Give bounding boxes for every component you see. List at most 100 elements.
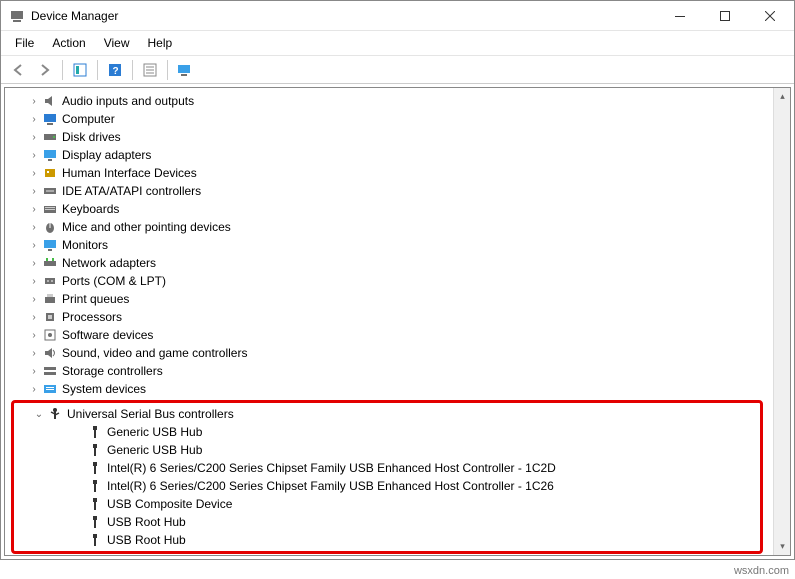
tree-node[interactable]: › System devices — [9, 380, 771, 398]
minimize-button[interactable] — [657, 2, 702, 30]
properties-button[interactable] — [138, 59, 162, 81]
chevron-right-icon[interactable]: › — [27, 382, 41, 396]
usb-icon — [47, 406, 63, 422]
tree-node-label: System devices — [62, 382, 146, 396]
tree-node-usb-child[interactable]: USB Root Hub — [34, 531, 760, 549]
device-tree[interactable]: ›Audio inputs and outputs›Computer›Disk … — [5, 88, 773, 555]
chevron-right-icon[interactable]: › — [27, 364, 41, 378]
tree-node-label: IDE ATA/ATAPI controllers — [62, 184, 201, 198]
audio-icon — [42, 93, 58, 109]
tree-node[interactable]: › Software devices — [9, 326, 771, 344]
usb-plug-icon — [87, 532, 103, 548]
tree-node-usb-child[interactable]: USB Composite Device — [34, 495, 760, 513]
tree-node[interactable]: ›Sound, video and game controllers — [9, 344, 771, 362]
close-button[interactable] — [747, 2, 792, 30]
tree-node-label: Mice and other pointing devices — [62, 220, 231, 234]
svg-text:?: ? — [113, 66, 119, 77]
toolbar-separator — [97, 60, 98, 80]
window-title: Device Manager — [31, 9, 118, 23]
tree-node[interactable]: ›Audio inputs and outputs — [9, 92, 771, 110]
mouse-icon — [42, 219, 58, 235]
chevron-right-icon[interactable]: › — [27, 130, 41, 144]
tree-node[interactable]: › Computer — [9, 110, 771, 128]
chevron-right-icon[interactable]: › — [27, 166, 41, 180]
system-icon — [42, 381, 58, 397]
tree-node[interactable]: › Ports (COM & LPT) — [9, 272, 771, 290]
usb-plug-icon — [87, 460, 103, 476]
tree-node-label: Processors — [62, 310, 122, 324]
tree-node[interactable]: › Processors — [9, 308, 771, 326]
usb-highlight: ⌄ Universal Serial Bus controllers Gener… — [11, 400, 763, 554]
vertical-scrollbar[interactable]: ▴ ▾ — [773, 88, 790, 555]
show-hide-tree-button[interactable] — [68, 59, 92, 81]
tree-node-usb-child[interactable]: Generic USB Hub — [34, 423, 760, 441]
tree-node-label: Generic USB Hub — [107, 425, 202, 439]
tree-node-label: Universal Serial Bus controllers — [67, 407, 234, 421]
toolbar-separator — [167, 60, 168, 80]
help-button[interactable]: ? — [103, 59, 127, 81]
chevron-right-icon[interactable]: › — [27, 274, 41, 288]
tree-node[interactable]: › Network adapters — [9, 254, 771, 272]
chevron-right-icon[interactable]: › — [27, 328, 41, 342]
tree-node-usb-child[interactable]: USB Root Hub — [34, 513, 760, 531]
tree-node-usb-child[interactable]: Generic USB Hub — [34, 441, 760, 459]
chevron-right-icon[interactable]: › — [27, 220, 41, 234]
tree-node[interactable]: ›Storage controllers — [9, 362, 771, 380]
toolbar-separator — [62, 60, 63, 80]
disk-icon — [42, 129, 58, 145]
forward-button[interactable] — [33, 59, 57, 81]
toolbar: ? — [1, 56, 794, 84]
usb-plug-icon — [87, 478, 103, 494]
tree-node[interactable]: › Human Interface Devices — [9, 164, 771, 182]
storage-icon — [42, 363, 58, 379]
tree-node[interactable]: › IDE ATA/ATAPI controllers — [9, 182, 771, 200]
display-icon — [42, 147, 58, 163]
tree-node-label: Network adapters — [62, 256, 156, 270]
tree-node-usb-child[interactable]: Intel(R) 6 Series/C200 Series Chipset Fa… — [34, 477, 760, 495]
tree-node-label: Print queues — [62, 292, 129, 306]
chevron-right-icon[interactable]: › — [27, 346, 41, 360]
chevron-right-icon[interactable]: › — [27, 292, 41, 306]
tree-node-label: Disk drives — [62, 130, 121, 144]
menu-view[interactable]: View — [96, 33, 138, 53]
network-icon — [42, 255, 58, 271]
tree-node[interactable]: ›Display adapters — [9, 146, 771, 164]
hid-icon — [42, 165, 58, 181]
scan-hardware-button[interactable] — [173, 59, 197, 81]
chevron-down-icon[interactable]: ⌄ — [32, 407, 46, 421]
content-area: ›Audio inputs and outputs›Computer›Disk … — [4, 87, 791, 556]
tree-node-usb-child[interactable]: Intel(R) 6 Series/C200 Series Chipset Fa… — [34, 459, 760, 477]
scroll-down-button[interactable]: ▾ — [774, 538, 791, 555]
chevron-right-icon[interactable]: › — [27, 184, 41, 198]
chevron-right-icon[interactable]: › — [27, 112, 41, 126]
chevron-right-icon[interactable]: › — [27, 148, 41, 162]
tree-node-usb[interactable]: ⌄ Universal Serial Bus controllers — [14, 405, 760, 423]
tree-node[interactable]: › Print queues — [9, 290, 771, 308]
tree-node[interactable]: › Disk drives — [9, 128, 771, 146]
tree-node-label: Intel(R) 6 Series/C200 Series Chipset Fa… — [107, 479, 554, 493]
chevron-right-icon[interactable]: › — [27, 256, 41, 270]
keyboard-icon — [42, 201, 58, 217]
menu-help[interactable]: Help — [140, 33, 181, 53]
printer-icon — [42, 291, 58, 307]
watermark: wsxdn.com — [734, 565, 789, 577]
chevron-right-icon[interactable]: › — [27, 238, 41, 252]
back-button[interactable] — [7, 59, 31, 81]
tree-node-label: Human Interface Devices — [62, 166, 197, 180]
chevron-right-icon[interactable]: › — [27, 202, 41, 216]
chevron-right-icon[interactable]: › — [27, 310, 41, 324]
tree-node-label: Computer — [62, 112, 115, 126]
menu-file[interactable]: File — [7, 33, 42, 53]
software-icon — [42, 327, 58, 343]
scroll-up-button[interactable]: ▴ — [774, 88, 791, 105]
tree-node[interactable]: ›Monitors — [9, 236, 771, 254]
usb-plug-icon — [87, 496, 103, 512]
tree-node-label: Software devices — [62, 328, 153, 342]
tree-node-label: Ports (COM & LPT) — [62, 274, 166, 288]
maximize-button[interactable] — [702, 2, 747, 30]
menu-action[interactable]: Action — [44, 33, 93, 53]
tree-node[interactable]: › Mice and other pointing devices — [9, 218, 771, 236]
port-icon — [42, 273, 58, 289]
tree-node[interactable]: ›Keyboards — [9, 200, 771, 218]
chevron-right-icon[interactable]: › — [27, 94, 41, 108]
